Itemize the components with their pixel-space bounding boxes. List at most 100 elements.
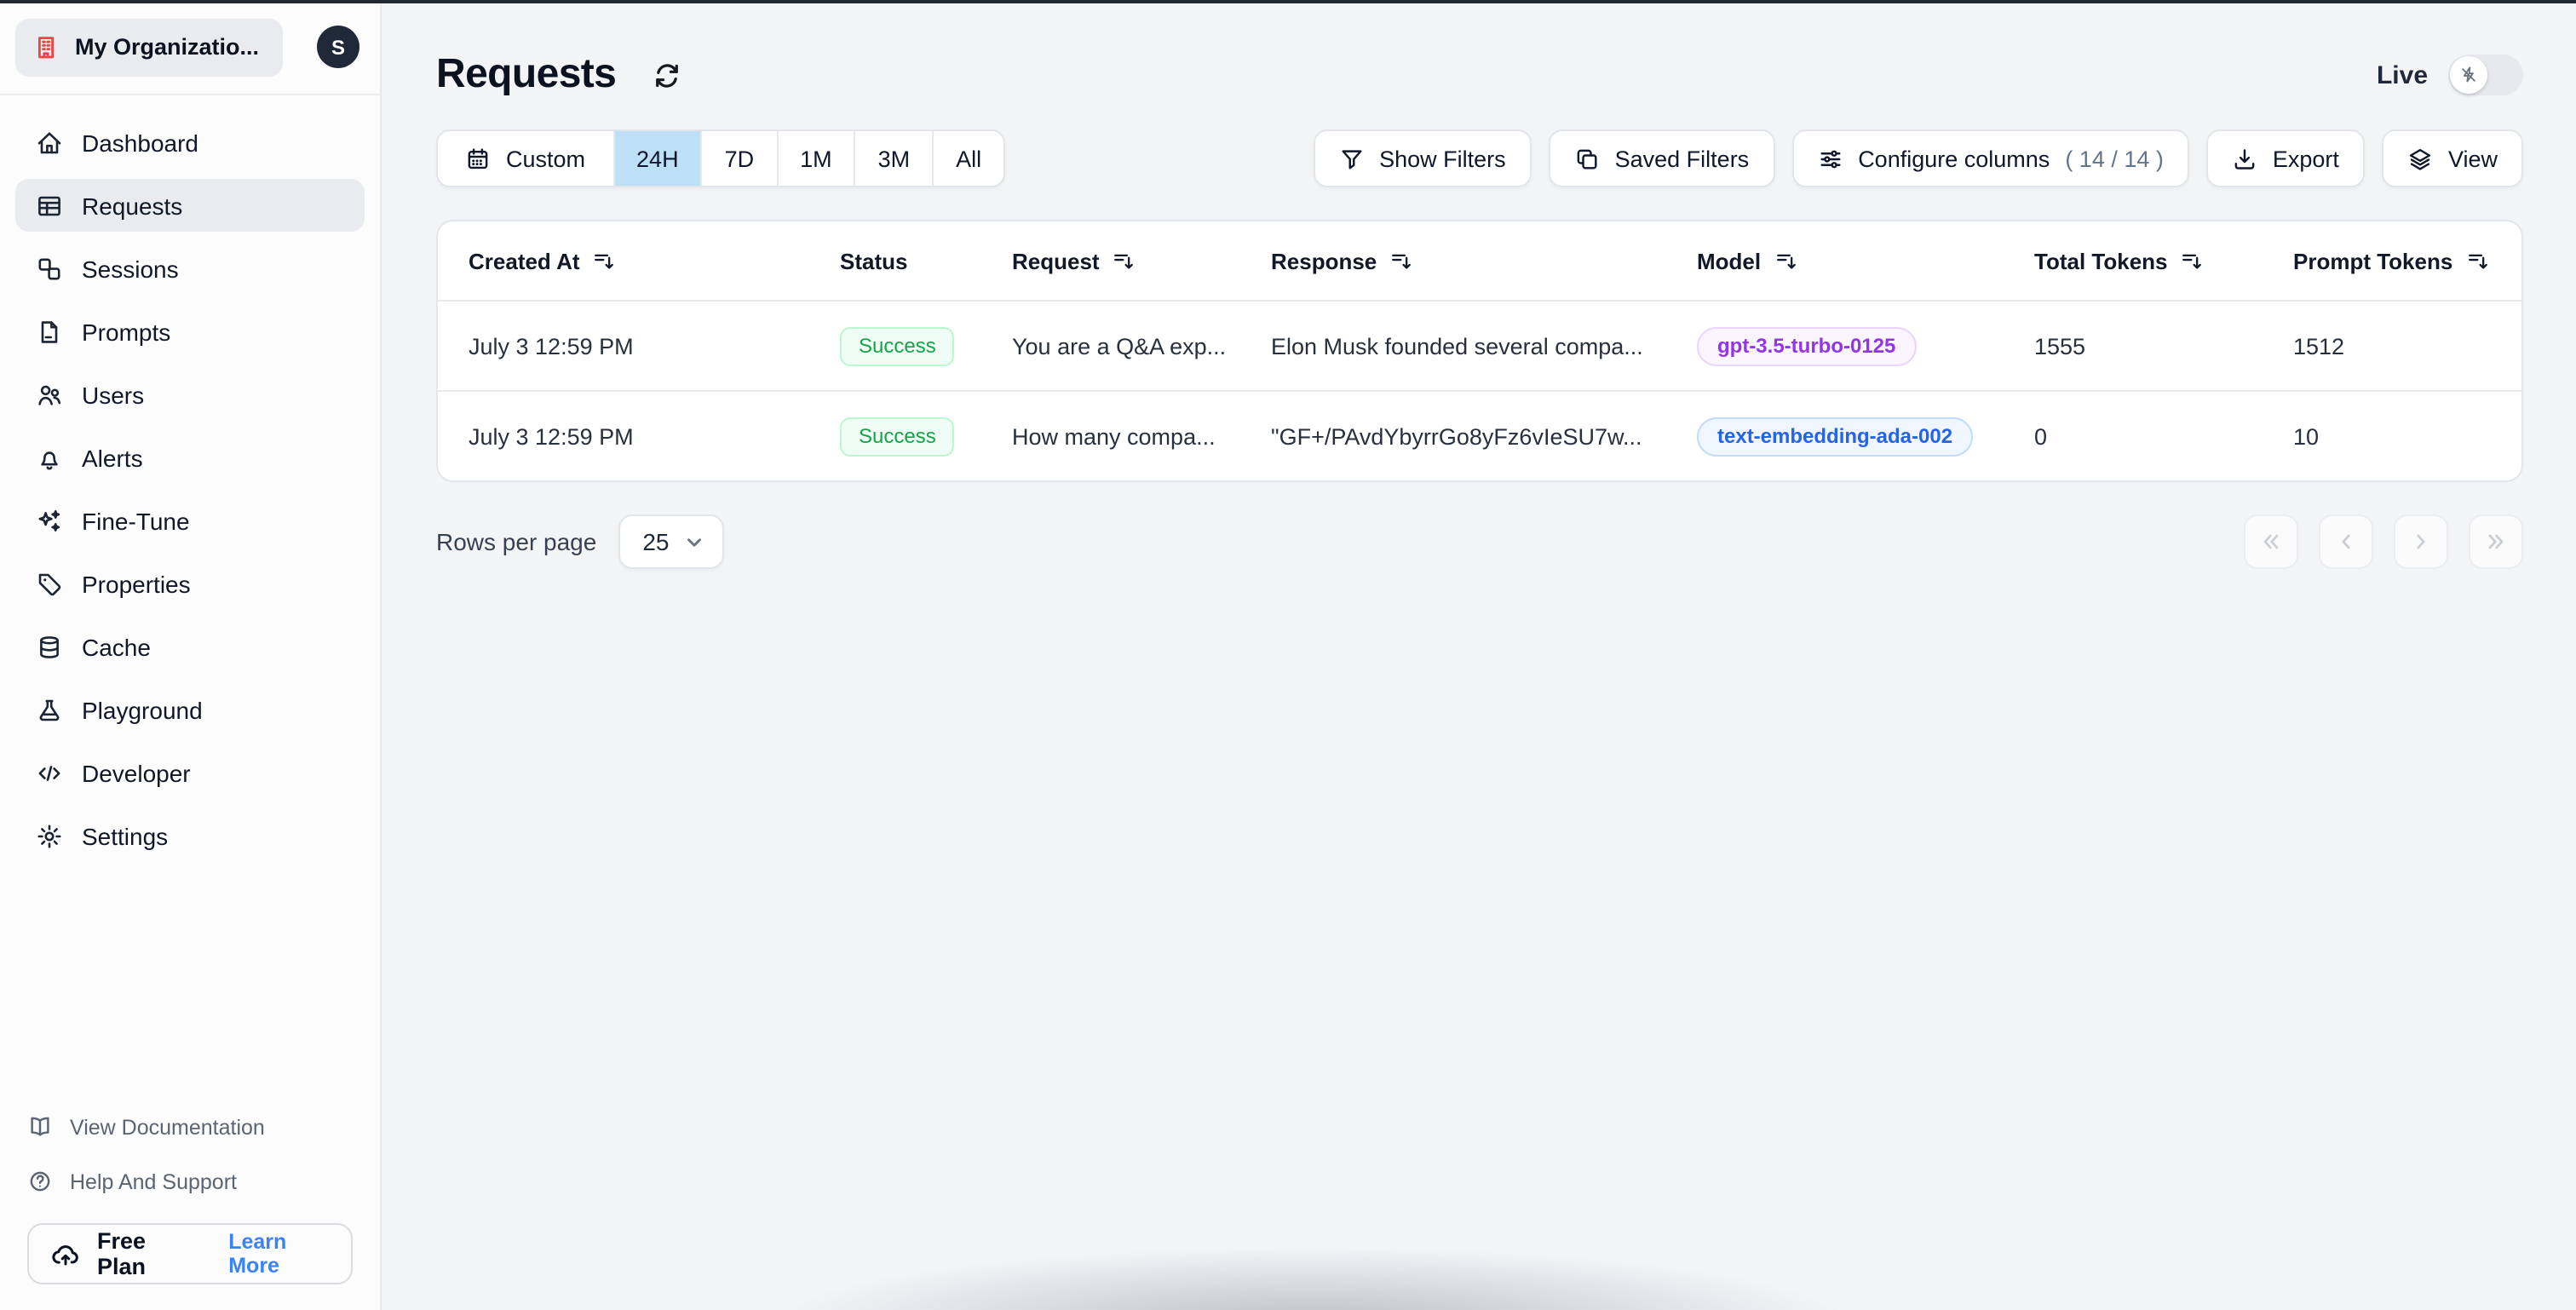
table-row[interactable]: July 3 12:59 PM Success How many compa..…	[438, 390, 2521, 480]
last-page-button[interactable]	[2469, 514, 2523, 569]
time-range-selector: Custom 24H 7D 1M 3M All	[436, 129, 1006, 187]
table-header-row: Created At Status Request Response Model	[438, 221, 2521, 300]
cell-created-at: July 3 12:59 PM	[469, 423, 634, 449]
sort-icon	[1113, 250, 1136, 272]
sidebar-item-alerts[interactable]: Alerts	[15, 431, 365, 484]
sidebar-item-dashboard[interactable]: Dashboard	[15, 116, 365, 169]
calendar-icon	[465, 146, 491, 171]
home-icon	[36, 129, 63, 156]
column-header-total-tokens[interactable]: Total Tokens	[2034, 248, 2293, 273]
chevron-right-icon	[2409, 530, 2433, 554]
document-icon	[36, 318, 63, 345]
time-range-label: All	[956, 146, 982, 171]
sidebar-item-label: Settings	[82, 822, 169, 849]
sidebar-nav: Dashboard Requests Sessions Prompts User…	[0, 95, 380, 862]
time-range-label: Custom	[506, 146, 586, 171]
requests-table: Created At Status Request Response Model	[436, 220, 2523, 482]
learn-more-link[interactable]: Learn More	[228, 1230, 329, 1278]
time-range-24h[interactable]: 24H	[612, 131, 701, 186]
cell-response: "GF+/PAvdYbyrrGo8yFz6vIeSU7w...	[1271, 423, 1642, 449]
page-header: Requests Live	[436, 51, 2523, 99]
plan-banner[interactable]: Free Plan Learn More	[27, 1223, 353, 1284]
sidebar-item-label: Requests	[82, 192, 183, 219]
column-header-created-at[interactable]: Created At	[469, 248, 840, 273]
page-title: Requests	[436, 51, 617, 97]
column-header-request[interactable]: Request	[1012, 248, 1271, 273]
gear-icon	[36, 822, 63, 849]
sliders-icon	[1817, 146, 1843, 171]
view-documentation-label: View Documentation	[70, 1115, 265, 1139]
sidebar-item-playground[interactable]: Playground	[15, 683, 365, 736]
sort-icon	[1390, 250, 1412, 272]
org-name: My Organizatio...	[75, 34, 260, 60]
column-header-prompt-tokens[interactable]: Prompt Tokens	[2293, 248, 2521, 273]
sparkles-icon	[36, 507, 63, 534]
sidebar-item-requests[interactable]: Requests	[15, 179, 365, 232]
next-page-button[interactable]	[2394, 514, 2448, 569]
sort-icon	[2466, 250, 2488, 272]
sidebar-item-label: Alerts	[82, 444, 143, 471]
export-button[interactable]: Export	[2205, 129, 2365, 187]
view-button[interactable]: View	[2381, 129, 2523, 187]
cell-status: Success	[840, 417, 1012, 456]
time-range-3m[interactable]: 3M	[854, 131, 933, 186]
previous-page-button[interactable]	[2319, 514, 2373, 569]
toolbar-actions: Show Filters Saved Filters Configure col…	[1313, 129, 2523, 187]
rows-per-page-select[interactable]: 25	[618, 514, 724, 569]
time-range-label: 1M	[800, 146, 832, 171]
live-toggle-knob	[2450, 56, 2487, 94]
sidebar-item-fine-tune[interactable]: Fine-Tune	[15, 494, 365, 547]
main-content: Requests Live Custom 24H 7D 1M 3M All Sh…	[382, 0, 2576, 1310]
sidebar-item-users[interactable]: Users	[15, 368, 365, 421]
column-header-model[interactable]: Model	[1697, 248, 2034, 273]
live-toggle[interactable]	[2448, 55, 2523, 95]
funnel-icon	[1338, 146, 1364, 171]
cell-prompt-tokens: 1512	[2293, 333, 2345, 359]
cell-model: gpt-3.5-turbo-0125	[1697, 326, 2034, 365]
first-page-button[interactable]	[2244, 514, 2298, 569]
refresh-icon	[652, 60, 681, 89]
table-row[interactable]: July 3 12:59 PM Success You are a Q&A ex…	[438, 300, 2521, 390]
refresh-button[interactable]	[652, 60, 681, 89]
model-badge: gpt-3.5-turbo-0125	[1697, 326, 1917, 365]
cell-total-tokens: 1555	[2034, 333, 2086, 359]
database-icon	[36, 633, 63, 660]
time-range-7d[interactable]: 7D	[700, 131, 777, 186]
saved-filters-button[interactable]: Saved Filters	[1548, 129, 1775, 187]
column-header-status[interactable]: Status	[840, 248, 1012, 273]
show-filters-button[interactable]: Show Filters	[1313, 129, 1532, 187]
rows-per-page-label: Rows per page	[436, 528, 597, 555]
avatar[interactable]: S	[317, 26, 359, 68]
sidebar-item-settings[interactable]: Settings	[15, 809, 365, 862]
time-range-label: 24H	[636, 146, 679, 171]
chevron-down-icon	[683, 531, 705, 553]
time-range-1m[interactable]: 1M	[776, 131, 854, 186]
plan-label: Free Plan	[97, 1228, 147, 1279]
sidebar-item-prompts[interactable]: Prompts	[15, 305, 365, 358]
sidebar-item-sessions[interactable]: Sessions	[15, 242, 365, 295]
time-range-all[interactable]: All	[932, 131, 1003, 186]
column-header-response[interactable]: Response	[1271, 248, 1697, 273]
sidebar-item-label: Developer	[82, 759, 191, 786]
sort-icon	[594, 250, 616, 272]
configure-columns-button[interactable]: Configure columns ( 14 / 14 )	[1791, 129, 2189, 187]
sidebar-item-properties[interactable]: Properties	[15, 557, 365, 610]
sidebar-item-label: Prompts	[82, 318, 171, 345]
time-range-label: 7D	[724, 146, 755, 171]
help-and-support-link[interactable]: Help And Support	[27, 1169, 353, 1194]
copy-icon	[1574, 146, 1600, 171]
view-documentation-link[interactable]: View Documentation	[27, 1114, 353, 1140]
sidebar-item-developer[interactable]: Developer	[15, 746, 365, 799]
sort-icon	[1774, 250, 1797, 272]
time-range-custom[interactable]: Custom	[438, 131, 612, 186]
cell-total-tokens: 0	[2034, 423, 2048, 449]
org-selector-button[interactable]: My Organizatio...	[15, 18, 284, 76]
flash-off-icon	[2458, 65, 2479, 85]
sidebar-item-label: Sessions	[82, 255, 179, 282]
time-range-label: 3M	[877, 146, 911, 171]
sidebar: My Organizatio... S Dashboard Requests S…	[0, 0, 382, 1310]
layers-icon	[2407, 146, 2433, 171]
rows-per-page-value: 25	[642, 528, 670, 555]
code-icon	[36, 759, 63, 786]
sidebar-item-cache[interactable]: Cache	[15, 620, 365, 673]
